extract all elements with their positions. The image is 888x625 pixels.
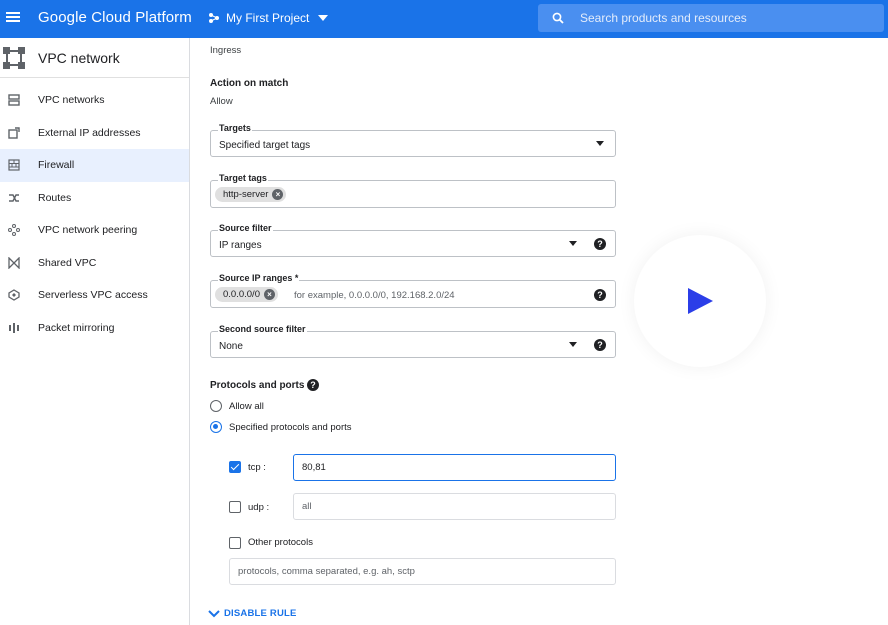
sidebar: VPC network VPC networks External IP add… — [0, 38, 190, 625]
help-icon[interactable]: ? — [594, 289, 606, 301]
chevron-down-icon — [208, 609, 220, 617]
search-icon — [552, 12, 564, 24]
brand-title[interactable]: Google Cloud Platform — [38, 9, 192, 26]
top-app-bar: Google Cloud Platform My First Project — [0, 0, 888, 38]
action-value: Allow — [210, 96, 233, 107]
main-content: Ingress Action on match Allow Targets Sp… — [191, 38, 888, 625]
source-filter-select[interactable]: Source filter IP ranges ? — [210, 223, 616, 257]
other-protocols-label: Other protocols — [248, 537, 313, 548]
udp-ports-placeholder: all — [302, 501, 312, 512]
sidebar-item-packet-mirroring[interactable]: Packet mirroring — [0, 312, 189, 345]
second-source-filter-select[interactable]: Second source filter None ? — [210, 324, 616, 358]
allow-all-label[interactable]: Allow all — [229, 401, 264, 412]
target-tags-label: Target tags — [218, 173, 268, 183]
remove-chip-icon[interactable]: × — [272, 189, 284, 200]
specified-protocols-radio[interactable] — [210, 421, 222, 433]
help-icon[interactable]: ? — [307, 379, 319, 391]
firewall-icon — [7, 158, 21, 172]
tag-chip: http-server × — [215, 187, 287, 202]
udp-checkbox[interactable] — [229, 501, 241, 513]
sidebar-item-label: Serverless VPC access — [38, 289, 148, 302]
vpc-network-logo-icon — [3, 46, 25, 69]
packet-mirroring-icon — [7, 321, 21, 335]
other-protocols-checkbox[interactable] — [229, 537, 241, 549]
sidebar-item-vpc-peering[interactable]: VPC network peering — [0, 214, 189, 247]
sidebar-item-external-ip[interactable]: External IP addresses — [0, 117, 189, 150]
sidebar-item-label: Packet mirroring — [38, 321, 115, 334]
action-on-match-label: Action on match — [210, 78, 289, 89]
udp-ports-input[interactable]: all — [293, 493, 616, 520]
disable-rule-toggle[interactable]: DISABLE RULE — [208, 608, 297, 619]
sidebar-header: VPC network — [0, 38, 189, 78]
dropdown-arrow-icon — [569, 342, 577, 347]
remove-chip-icon[interactable]: × — [263, 289, 275, 300]
direction-value: Ingress — [210, 45, 242, 56]
project-selector[interactable]: My First Project — [208, 11, 329, 25]
tcp-ports-input[interactable]: 80,81 — [293, 454, 616, 481]
search-input[interactable] — [580, 11, 870, 25]
project-dots-icon — [209, 13, 219, 23]
tcp-ports-value: 80,81 — [302, 462, 326, 473]
shared-vpc-icon — [7, 256, 21, 270]
sidebar-item-label: VPC network peering — [38, 224, 138, 237]
specified-protocols-label[interactable]: Specified protocols and ports — [229, 422, 352, 433]
sidebar-item-shared-vpc[interactable]: Shared VPC — [0, 247, 189, 280]
target-tags-field[interactable]: Target tags http-server × — [210, 173, 616, 208]
sidebar-item-label: Firewall — [38, 159, 75, 172]
source-ip-ranges-field[interactable]: Source IP ranges * 0.0.0.0/0 × for examp… — [210, 273, 616, 308]
allow-all-radio[interactable] — [210, 400, 222, 412]
serverless-icon — [7, 288, 21, 302]
project-name: My First Project — [226, 11, 310, 25]
protocols-label: Protocols and ports — [210, 380, 305, 391]
routes-icon — [7, 191, 21, 205]
second-source-filter-label: Second source filter — [218, 324, 307, 334]
play-icon — [688, 288, 713, 314]
main-menu-icon[interactable] — [6, 10, 22, 26]
source-ip-ranges-label: Source IP ranges * — [218, 273, 300, 283]
sidebar-item-vpc-networks[interactable]: VPC networks — [0, 84, 189, 117]
sidebar-item-label: Shared VPC — [38, 256, 97, 269]
external-ip-icon — [7, 126, 21, 140]
sidebar-item-serverless-vpc[interactable]: Serverless VPC access — [0, 279, 189, 312]
second-source-filter-value: None — [219, 341, 243, 352]
tcp-label: tcp : — [248, 462, 266, 473]
sidebar-item-firewall[interactable]: Firewall — [0, 149, 189, 182]
chevron-down-icon — [318, 15, 329, 21]
targets-label: Targets — [218, 123, 252, 133]
sidebar-title: VPC network — [38, 49, 120, 66]
tcp-checkbox[interactable] — [229, 461, 241, 473]
help-icon[interactable]: ? — [594, 238, 606, 250]
search-bar[interactable] — [538, 4, 884, 32]
help-icon[interactable]: ? — [594, 339, 606, 351]
other-protocols-input[interactable]: protocols, comma separated, e.g. ah, sct… — [229, 558, 616, 585]
source-filter-label: Source filter — [218, 223, 273, 233]
dropdown-arrow-icon — [596, 141, 604, 146]
sidebar-item-label: Routes — [38, 191, 72, 204]
ip-chip-label: 0.0.0.0/0 — [223, 289, 260, 300]
targets-value: Specified target tags — [219, 140, 311, 151]
tag-chip-label: http-server — [223, 189, 269, 200]
peering-icon — [7, 223, 21, 237]
sidebar-item-label: VPC networks — [38, 94, 105, 107]
other-protocols-placeholder: protocols, comma separated, e.g. ah, sct… — [238, 566, 415, 577]
ip-ranges-placeholder: for example, 0.0.0.0/0, 192.168.2.0/24 — [294, 290, 455, 301]
udp-label: udp : — [248, 502, 270, 513]
sidebar-item-label: External IP addresses — [38, 126, 141, 139]
source-filter-value: IP ranges — [219, 240, 262, 251]
ip-chip: 0.0.0.0/0 × — [215, 287, 278, 302]
vpc-networks-icon — [7, 93, 21, 107]
dropdown-arrow-icon — [569, 241, 577, 246]
targets-select[interactable]: Targets Specified target tags — [210, 123, 616, 157]
sidebar-item-routes[interactable]: Routes — [0, 182, 189, 215]
disable-rule-label: DISABLE RULE — [224, 608, 297, 619]
play-button[interactable] — [634, 235, 766, 367]
